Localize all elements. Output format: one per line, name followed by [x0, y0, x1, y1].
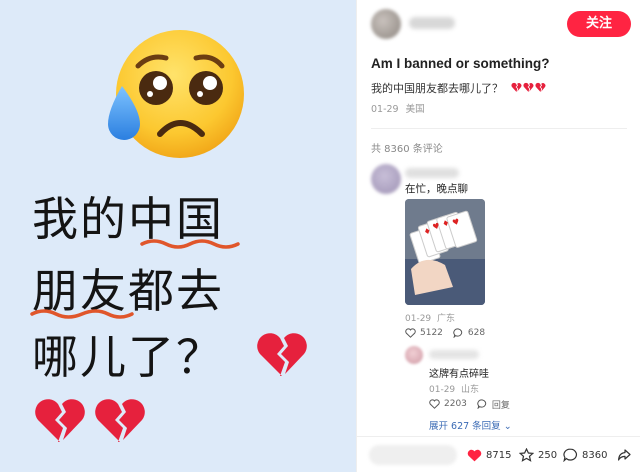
broken-heart-icon: [257, 333, 307, 376]
comment-date: 01-29: [405, 314, 432, 324]
underline-squiggle-icon: [30, 309, 134, 319]
reply-text: 这牌有点碎哇: [429, 369, 489, 380]
comment-photo[interactable]: ♦ ♥ ♦ ♥: [405, 199, 485, 305]
comment-input[interactable]: [369, 445, 457, 465]
divider: [371, 128, 627, 129]
comment-stat[interactable]: 8360: [563, 445, 607, 465]
reply-meta: 01-29 山东: [429, 382, 479, 395]
post-meta: 01-29 美国: [371, 101, 425, 115]
star-stat[interactable]: 250: [519, 445, 557, 465]
post-body: 我的中国朋友都去哪儿了？: [371, 80, 547, 96]
expand-replies-link[interactable]: 展开 627 条回复 ⌄: [429, 418, 512, 432]
like-heart-icon[interactable]: [405, 328, 416, 338]
comment-count-label: 共 8360 条评论: [371, 144, 443, 155]
author-name-blurred[interactable]: [409, 17, 455, 29]
follow-button[interactable]: 关注: [567, 11, 631, 37]
like-heart-filled-icon: [467, 449, 482, 461]
comment-reply-count: 628: [467, 328, 486, 338]
reply-date: 01-29: [429, 385, 456, 395]
comment-bubble-icon[interactable]: [453, 328, 464, 338]
comment-bubble-icon[interactable]: [477, 399, 488, 409]
broken-heart-icon: [95, 399, 145, 442]
comment-actions: 5122 628: [405, 326, 485, 340]
underline-squiggle-icon: [140, 239, 240, 249]
expand-replies-label: 展开 627 条回复: [429, 421, 501, 432]
commenter-name-blurred[interactable]: [405, 168, 459, 178]
share-button[interactable]: [617, 445, 632, 465]
reply-actions: 2203 回复: [429, 397, 510, 411]
chevron-down-icon: ⌄: [503, 421, 512, 432]
like-stat[interactable]: 8715: [467, 445, 511, 465]
broken-hearts-icon: [510, 82, 545, 92]
star-count: 250: [538, 449, 558, 461]
replier-avatar[interactable]: [405, 346, 423, 364]
reply-location: 山东: [461, 385, 480, 395]
commenter-avatar[interactable]: [371, 164, 401, 194]
post-detail-panel: 关注 Am I banned or something? 我的中国朋友都去哪儿了…: [356, 0, 640, 472]
crying-face-emoji-icon: [108, 30, 244, 158]
star-icon: [519, 448, 534, 462]
reply-like-count: 2203: [444, 399, 467, 409]
caption-line-3: 哪儿了？: [32, 330, 224, 384]
like-heart-icon[interactable]: [429, 399, 440, 409]
author-avatar[interactable]: [371, 9, 401, 39]
comment-location: 广东: [437, 314, 456, 324]
broken-heart-icon: [35, 399, 85, 442]
post-date: 01-29: [371, 104, 399, 115]
playing-cards-photo-icon: ♦ ♥ ♦ ♥: [405, 199, 485, 305]
comment-like-count: 5122: [420, 328, 443, 338]
post-header: 关注: [357, 0, 640, 48]
comment-bubble-icon: [563, 448, 578, 462]
bottom-action-bar: 8715 250 8360: [357, 436, 640, 472]
comment-text: 在忙，晚点聊: [405, 183, 468, 195]
share-icon: [618, 449, 631, 461]
comment-meta: 01-29 广东: [405, 311, 455, 324]
reply-button[interactable]: 回复: [492, 398, 510, 411]
comment-count: 8360: [582, 449, 608, 461]
like-count: 8715: [486, 449, 512, 461]
post-location: 美国: [405, 104, 425, 115]
post-title: Am I banned or something?: [371, 56, 550, 71]
post-image[interactable]: 我的中国 朋友都去 哪儿了？: [0, 0, 356, 472]
replier-name-blurred[interactable]: [429, 350, 479, 359]
post-body-text: 我的中国朋友都去哪儿了？: [371, 82, 503, 95]
